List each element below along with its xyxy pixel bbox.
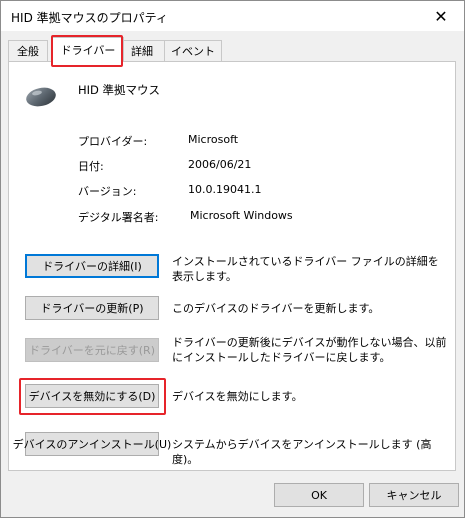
ok-button[interactable]: OK: [274, 483, 364, 507]
tab-events[interactable]: イベント: [164, 40, 222, 61]
signer-value: Microsoft Windows: [190, 209, 293, 222]
driver-details-button[interactable]: ドライバーの詳細(I): [25, 254, 159, 278]
update-driver-description: このデバイスのドライバーを更新します。: [172, 302, 380, 315]
provider-value: Microsoft: [188, 133, 239, 146]
rollback-driver-description: ドライバーの更新後にデバイスが動作しない場合、以前にインストールしたドライバーに…: [172, 336, 447, 364]
provider-label: プロバイダー:: [78, 135, 148, 148]
uninstall-device-button[interactable]: デバイスのアンインストール(U): [13, 432, 171, 456]
window-title: HID 準拠マウスのプロパティ: [11, 11, 168, 25]
rollback-driver-button[interactable]: ドライバーを元に戻す(R): [25, 338, 159, 362]
version-label: バージョン:: [78, 185, 137, 198]
driver-details-description: インストールされているドライバー ファイルの詳細を表示します。: [172, 255, 439, 283]
tab-details[interactable]: 詳細: [118, 40, 166, 61]
device-name: HID 準拠マウス: [78, 83, 161, 97]
tab-general[interactable]: 全般: [8, 40, 48, 61]
tab-driver[interactable]: ドライバー: [52, 37, 124, 62]
uninstall-device-description: システムからデバイスをアンインストールします (高度)。: [172, 438, 432, 466]
disable-device-description: デバイスを無効にします。: [172, 390, 303, 403]
mouse-icon: [24, 84, 58, 111]
date-label: 日付:: [78, 160, 104, 173]
disable-device-button[interactable]: デバイスを無効にする(D): [25, 384, 159, 408]
update-driver-button[interactable]: ドライバーの更新(P): [25, 296, 159, 320]
signer-label: デジタル署名者:: [78, 211, 159, 224]
date-value: 2006/06/21: [188, 158, 252, 171]
close-icon[interactable]: ✕: [418, 1, 464, 31]
cancel-button[interactable]: キャンセル: [369, 483, 459, 507]
version-value: 10.0.19041.1: [188, 183, 262, 196]
title-bar: HID 準拠マウスのプロパティ ✕: [1, 1, 464, 31]
